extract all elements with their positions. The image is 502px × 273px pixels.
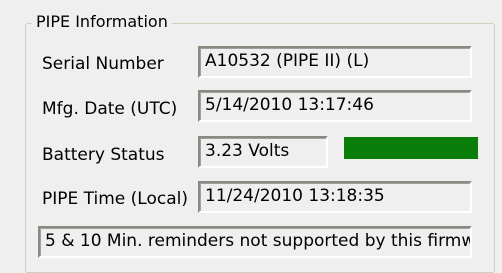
battery-level-bar	[344, 137, 478, 159]
battery-status-label: Battery Status	[42, 145, 165, 165]
mfg-date-label: Mfg. Date (UTC)	[42, 99, 178, 119]
serial-number-label: Serial Number	[42, 54, 164, 74]
mfg-date-field[interactable]: 5/14/2010 13:17:46	[198, 90, 472, 122]
group-title: PIPE Information	[32, 12, 172, 32]
serial-number-field[interactable]: A10532 (PIPE II) (L)	[198, 46, 472, 78]
battery-status-field[interactable]: 3.23 Volts	[198, 136, 328, 168]
pipe-time-field[interactable]: 11/24/2010 13:18:35	[198, 181, 472, 213]
pipe-time-label: PIPE Time (Local)	[42, 189, 188, 209]
firmware-message-field[interactable]: 5 & 10 Min. reminders not supported by t…	[38, 226, 472, 258]
